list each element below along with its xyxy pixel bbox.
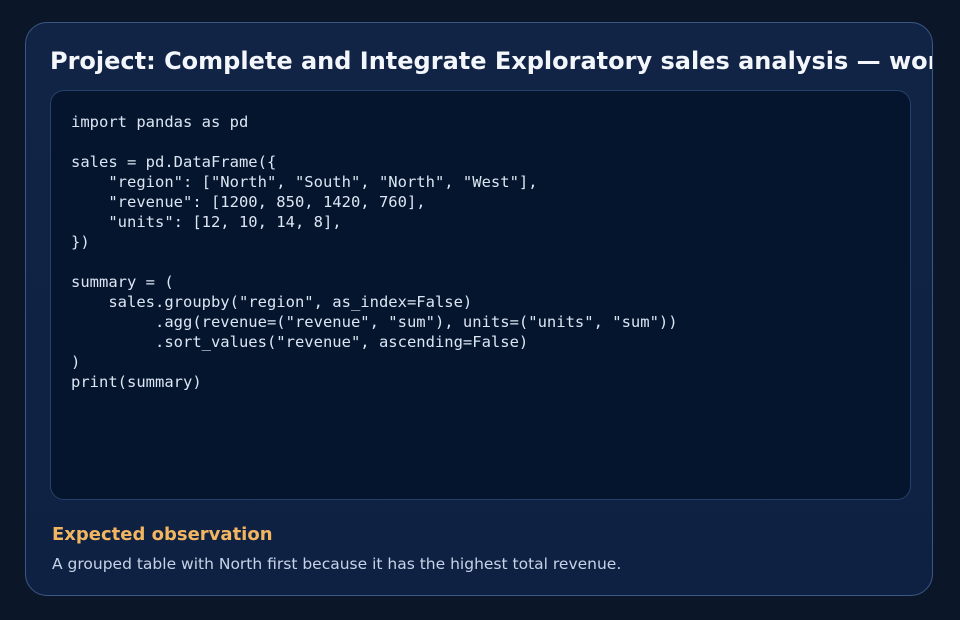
project-card: Project: Complete and Integrate Explorat… (25, 22, 933, 596)
expected-observation-heading: Expected observation (52, 524, 273, 545)
expected-observation-text: A grouped table with North first because… (52, 555, 622, 573)
project-title: Project: Complete and Integrate Explorat… (50, 47, 932, 75)
code-block[interactable]: import pandas as pd sales = pd.DataFrame… (50, 90, 911, 500)
code-content[interactable]: import pandas as pd sales = pd.DataFrame… (71, 112, 678, 392)
